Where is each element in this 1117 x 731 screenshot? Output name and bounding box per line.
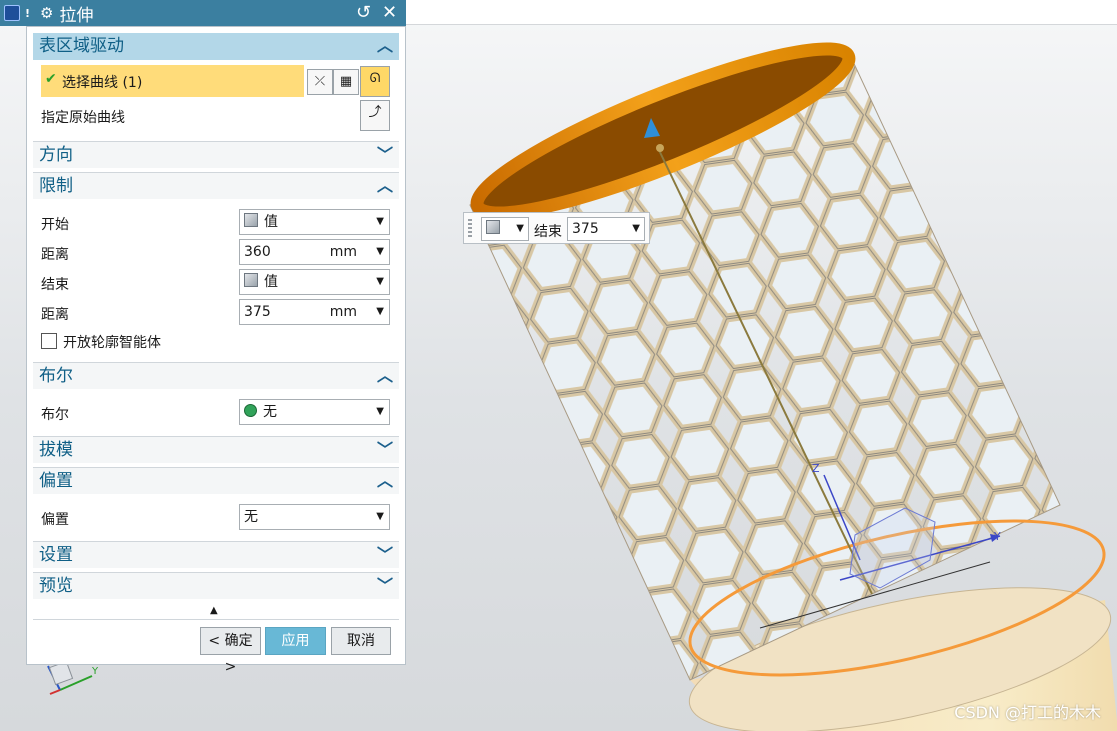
section-preview-title: 预览 [39,576,73,596]
reset-icon[interactable]: ↺ [356,2,371,23]
divider [33,619,399,620]
float-end-label: 结束 [534,224,562,240]
boolean-none-icon [244,404,257,417]
dialog-title: 拉伸 [59,5,94,26]
direction-origin-point [656,144,664,152]
sketch-section-button[interactable]: ▦ [333,69,359,95]
distance1-input[interactable]: 360 mm ▼ [239,239,390,265]
select-curve-row[interactable]: ✔ 选择曲线 (1) [41,65,304,97]
ok-button[interactable]: < 确定 > [200,627,261,675]
value-cube-icon [486,220,500,234]
chevron-down-icon[interactable]: ﹀ [377,573,393,599]
section-settings-header[interactable]: 设置 ﹀ [33,541,399,568]
section-draft-header[interactable]: 拔模 ﹀ [33,436,399,463]
dropdown-arrow-icon: ▼ [376,216,384,227]
select-curve-label: 选择曲线 (1) [62,75,143,91]
apply-button[interactable]: 应用 [265,627,326,655]
boolean-label: 布尔 [41,407,69,423]
dropdown-arrow-icon: ▼ [516,223,524,234]
dropdown-arrow-icon: ▼ [376,306,384,317]
triad-label-y: Y [91,666,99,677]
section-limits-header[interactable]: 限制 ︿ [33,172,399,199]
dialog-title-bar: ! ⚙ 拉伸 ↺ ✕ [0,0,406,26]
chevron-up-icon[interactable]: ︿ [377,363,393,389]
distance2-label: 距离 [41,307,69,323]
section-offset-header[interactable]: 偏置 ︿ [33,467,399,494]
section-region-header[interactable]: 表区域驱动 ︿ [33,33,399,60]
end-label: 结束 [41,277,69,293]
open-profile-label: 开放轮廓智能体 [63,335,161,351]
floating-end-toolbar: ▼ 结束 375 ▼ [463,212,650,244]
app-logo-icon [4,5,20,21]
float-end-input[interactable]: 375 ▼ [567,217,645,241]
section-preview-header[interactable]: 预览 ﹀ [33,572,399,599]
distance1-label: 距离 [41,247,69,263]
chevron-up-icon[interactable]: ︿ [377,33,393,59]
original-curve-button[interactable]: ⤴ [360,100,390,131]
chevron-down-icon[interactable]: ﹀ [377,542,393,568]
distance1-unit: mm [329,244,357,260]
offset-label: 偏置 [41,512,69,528]
dropdown-arrow-icon: ▼ [376,511,384,522]
value-cube-icon [244,213,258,227]
end-value: 值 [264,274,278,290]
chevron-down-icon[interactable]: ﹀ [377,437,393,463]
distance1-value: 360 [244,244,271,260]
section-direction-header[interactable]: 方向 ﹀ [33,141,399,168]
end-type-select[interactable]: ▼ [481,217,529,241]
section-region-title: 表区域驱动 [39,36,124,56]
boolean-select[interactable]: 无 ▼ [239,399,390,425]
section-limits-title: 限制 [39,176,73,196]
start-value: 值 [264,214,278,230]
dropdown-arrow-icon: ▼ [376,276,384,287]
check-icon: ✔ [45,71,57,87]
cancel-button[interactable]: 取消 [331,627,391,655]
extrude-dialog: 表区域驱动 ︿ ✔ 选择曲线 (1) ⤫ ▦ ᘏ 指定原始曲线 ⤴ 方向 ﹀ 限… [26,26,406,675]
distance2-input[interactable]: 375 mm ▼ [239,299,390,325]
triad-icon [47,660,93,695]
alert-icon: ! [25,6,31,20]
distance2-unit: mm [329,304,357,320]
dropdown-arrow-icon: ▼ [376,246,384,257]
start-label: 开始 [41,217,69,233]
axis-label-y: Y [993,530,1001,543]
boolean-value: 无 [263,404,277,420]
section-boolean-header[interactable]: 布尔 ︿ [33,362,399,389]
gear-icon[interactable]: ⚙ [40,4,53,22]
original-curve-label: 指定原始曲线 [41,110,125,126]
section-offset-title: 偏置 [39,471,73,491]
distance2-value: 375 [244,304,271,320]
section-boolean-title: 布尔 [39,366,73,386]
start-select[interactable]: 值 ▼ [239,209,390,235]
open-profile-checkbox[interactable] [41,333,57,349]
float-end-value: 375 [572,221,599,237]
dropdown-arrow-icon: ▼ [632,223,640,234]
drag-handle[interactable] [468,219,472,237]
dropdown-arrow-icon: ▼ [376,406,384,417]
curve-rule-button[interactable]: ⤫ [307,69,333,95]
section-settings-title: 设置 [39,545,73,565]
axis-label-z: Z [812,462,820,475]
offset-value: 无 [244,509,258,525]
section-direction-title: 方向 [39,145,73,165]
section-draft-title: 拔模 [39,440,73,460]
chevron-down-icon[interactable]: ﹀ [377,142,393,168]
collapse-arrow-icon[interactable]: ▲ [210,605,218,616]
value-cube-icon [244,273,258,287]
chevron-up-icon[interactable]: ︿ [377,468,393,494]
offset-select[interactable]: 无 ▼ [239,504,390,530]
chevron-up-icon[interactable]: ︿ [377,173,393,199]
watermark: CSDN @打工的木木 [954,703,1101,722]
close-icon[interactable]: ✕ [382,2,397,23]
end-select[interactable]: 值 ▼ [239,269,390,295]
curve-select-button[interactable]: ᘏ [360,66,390,97]
